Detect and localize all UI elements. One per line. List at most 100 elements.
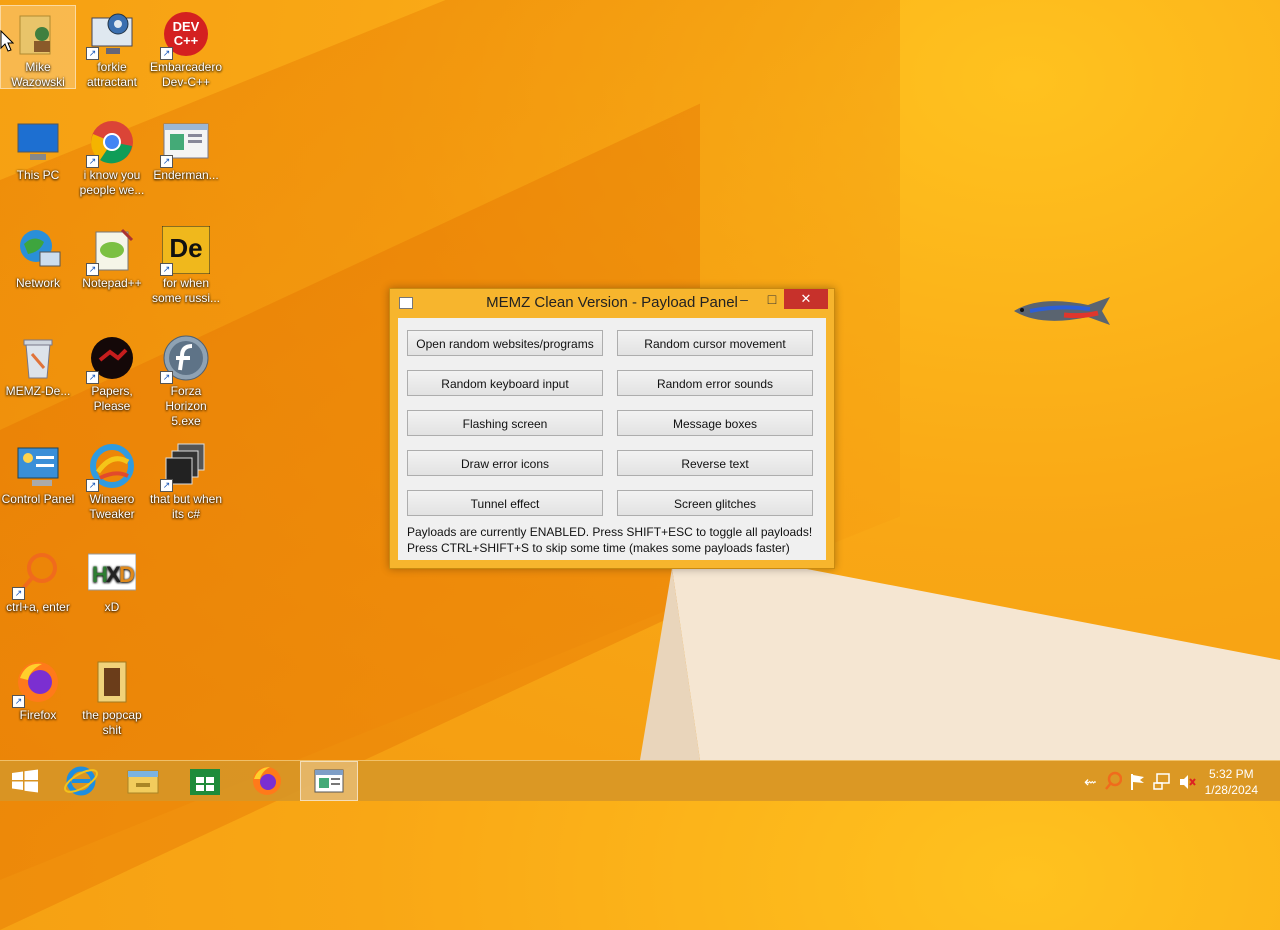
start-icon <box>12 769 38 793</box>
maximize-button[interactable]: □ <box>758 289 786 309</box>
memz-payload-window: MEMZ Clean Version - Payload Panel – □ ✕… <box>389 288 835 569</box>
desktop-icon-for-when-some-russi[interactable]: De ↗ for when some russi... <box>149 222 223 306</box>
computer-icon <box>14 118 62 166</box>
desktop-icon-papers-please[interactable]: ↗ Papers, Please <box>75 330 149 414</box>
winaero-icon: ↗ <box>86 442 136 492</box>
network-icon[interactable] <box>1153 772 1171 790</box>
desktop-icon-label: Firefox <box>19 708 57 722</box>
shortcut-arrow-icon: ↗ <box>86 263 99 276</box>
payload-random-cursor-movement-button[interactable]: Random cursor movement <box>617 330 813 356</box>
memz-window-icon <box>314 769 344 793</box>
desktop-icon-that-but-when-its-cs[interactable]: ↗ that but when its c# <box>149 438 223 522</box>
shortcut-arrow-icon: ↗ <box>160 47 173 60</box>
payload-random-error-sounds-button[interactable]: Random error sounds <box>617 370 813 396</box>
de-app-icon: De ↗ <box>160 225 211 276</box>
payload-screen-glitches-button[interactable]: Screen glitches <box>617 490 813 516</box>
start-button[interactable] <box>0 761 58 801</box>
desktop-icon-label: i know you people we... <box>79 168 145 197</box>
payload-reverse-text-button[interactable]: Reverse text <box>617 450 813 476</box>
notepadpp-icon: ↗ <box>86 226 136 276</box>
desktop-icon-this-pc[interactable]: This PC <box>1 114 75 183</box>
taskbar-firefox[interactable] <box>238 761 296 801</box>
control-panel-icon <box>14 442 62 490</box>
popcap-folder-icon <box>88 658 136 706</box>
computer-gear-icon: ↗ <box>86 10 136 60</box>
desktop-icon-forza-horizon[interactable]: ↗ Forza Horizon 5.exe <box>149 330 223 429</box>
file-explorer-icon <box>127 770 159 794</box>
desktop-icon-label: Winaero Tweaker <box>89 492 135 521</box>
desktop-icon-enderman[interactable]: ↗ Enderman... <box>149 114 223 183</box>
shortcut-arrow-icon: ↗ <box>160 479 173 492</box>
close-button[interactable]: ✕ <box>784 289 828 309</box>
payload-skip-hint-text: Press CTRL+SHIFT+S to skip some time (ma… <box>407 541 790 555</box>
internet-explorer-icon <box>64 766 98 796</box>
desktop-icon-label: This PC <box>16 168 60 182</box>
desktop-icon-label: Notepad++ <box>82 276 142 290</box>
papers-please-icon: ↗ <box>86 334 136 384</box>
shortcut-arrow-icon: ↗ <box>86 371 99 384</box>
firefox-icon: ↗ <box>12 658 62 708</box>
hxd-icon: HXD <box>87 550 137 598</box>
shortcut-arrow-icon: ↗ <box>86 47 99 60</box>
flash-icon: ↗ <box>160 334 210 384</box>
shortcut-arrow-icon: ↗ <box>160 155 173 168</box>
payload-message-boxes-button[interactable]: Message boxes <box>617 410 813 436</box>
window-titlebar[interactable]: MEMZ Clean Version - Payload Panel – □ ✕ <box>390 289 834 317</box>
firefox-icon <box>253 767 281 795</box>
shortcut-arrow-icon: ↗ <box>12 587 25 600</box>
desktop-icon-xd[interactable]: HXD xD <box>75 546 149 615</box>
payload-panel: Open random websites/programs Random cur… <box>398 318 826 560</box>
desktop-icon-memz-de[interactable]: MEMZ-De... <box>1 330 75 399</box>
chrome-icon: ↗ <box>86 118 136 168</box>
desktop-icon-notepadpp[interactable]: ↗ Notepad++ <box>75 222 149 291</box>
taskbar-file-explorer[interactable] <box>114 761 172 801</box>
desktop-icon-popcap[interactable]: the popcap shit <box>75 654 149 738</box>
store-icon <box>190 769 220 795</box>
taskbar-clock[interactable]: 5:32 PM 1/28/2024 <box>1205 766 1258 798</box>
desktop-icon-label: Forza Horizon 5.exe <box>165 384 207 428</box>
recycle-bin-icon <box>14 334 62 382</box>
payload-draw-error-icons-button[interactable]: Draw error icons <box>407 450 603 476</box>
payload-open-random-websites-button[interactable]: Open random websites/programs <box>407 330 603 356</box>
desktop-icon-label: Embarcadero Dev-C++ <box>149 60 223 89</box>
tray-arrow-icon[interactable]: ⇜ <box>1084 773 1097 791</box>
desktop-icon-network[interactable]: Network <box>1 222 75 291</box>
de-badge: De <box>169 233 203 263</box>
desktop-icon-label: ctrl+a, enter <box>6 600 70 614</box>
payload-flashing-screen-button[interactable]: Flashing screen <box>407 410 603 436</box>
desktop-icon-label: for when some russi... <box>151 276 220 305</box>
desktop-icon-label: Enderman... <box>153 168 219 182</box>
desktop-icon-dev-cpp[interactable]: DEV C++ ↗ Embarcadero Dev-C++ <box>149 6 223 90</box>
desktop-icon-winaero-tweaker[interactable]: ↗ Winaero Tweaker <box>75 438 149 522</box>
desktop-icon-label: xD <box>104 600 120 614</box>
shortcut-arrow-icon: ↗ <box>12 695 25 708</box>
desktop-icon-forkie-attractant[interactable]: ↗ forkie attractant <box>75 6 149 90</box>
devcpp-icon: DEV C++ ↗ <box>160 10 210 60</box>
speaker-muted-icon[interactable] <box>1178 773 1196 791</box>
payload-random-keyboard-input-button[interactable]: Random keyboard input <box>407 370 603 396</box>
desktop-icon-chrome[interactable]: ↗ i know you people we... <box>75 114 149 198</box>
network-globe-icon <box>14 226 62 274</box>
desktop-icon-label: Papers, Please <box>91 384 133 413</box>
payload-tunnel-effect-button[interactable]: Tunnel effect <box>407 490 603 516</box>
taskbar-internet-explorer[interactable] <box>52 761 110 801</box>
tray-magnifier-icon[interactable] <box>1104 771 1122 791</box>
minimize-button[interactable]: – <box>730 289 758 309</box>
magnifier-icon: ↗ <box>12 550 62 600</box>
folder-person-icon <box>14 10 62 58</box>
taskbar: ⇜ 5:32 PM 1/28/2024 <box>0 760 1280 801</box>
taskbar-store[interactable] <box>176 761 234 801</box>
action-center-flag-icon[interactable] <box>1130 773 1146 791</box>
payload-status-text: Payloads are currently ENABLED. Press SH… <box>407 525 813 539</box>
desktop-icon-firefox[interactable]: ↗ Firefox <box>1 654 75 723</box>
mouse-cursor-icon <box>0 30 14 52</box>
desktop-icon-label: Mike Wazowski <box>11 60 65 89</box>
desktop-icon-label: forkie attractant <box>86 60 138 89</box>
clock-date: 1/28/2024 <box>1204 783 1258 797</box>
window-app-icon: ↗ <box>160 118 210 168</box>
desktop-icon-ctrl-a-enter[interactable]: ↗ ctrl+a, enter <box>1 546 75 615</box>
windows-stack-icon: ↗ <box>160 442 210 492</box>
taskbar-memz-window[interactable] <box>300 761 358 801</box>
clock-time: 5:32 PM <box>1208 767 1254 781</box>
desktop-icon-control-panel[interactable]: Control Panel <box>1 438 75 507</box>
